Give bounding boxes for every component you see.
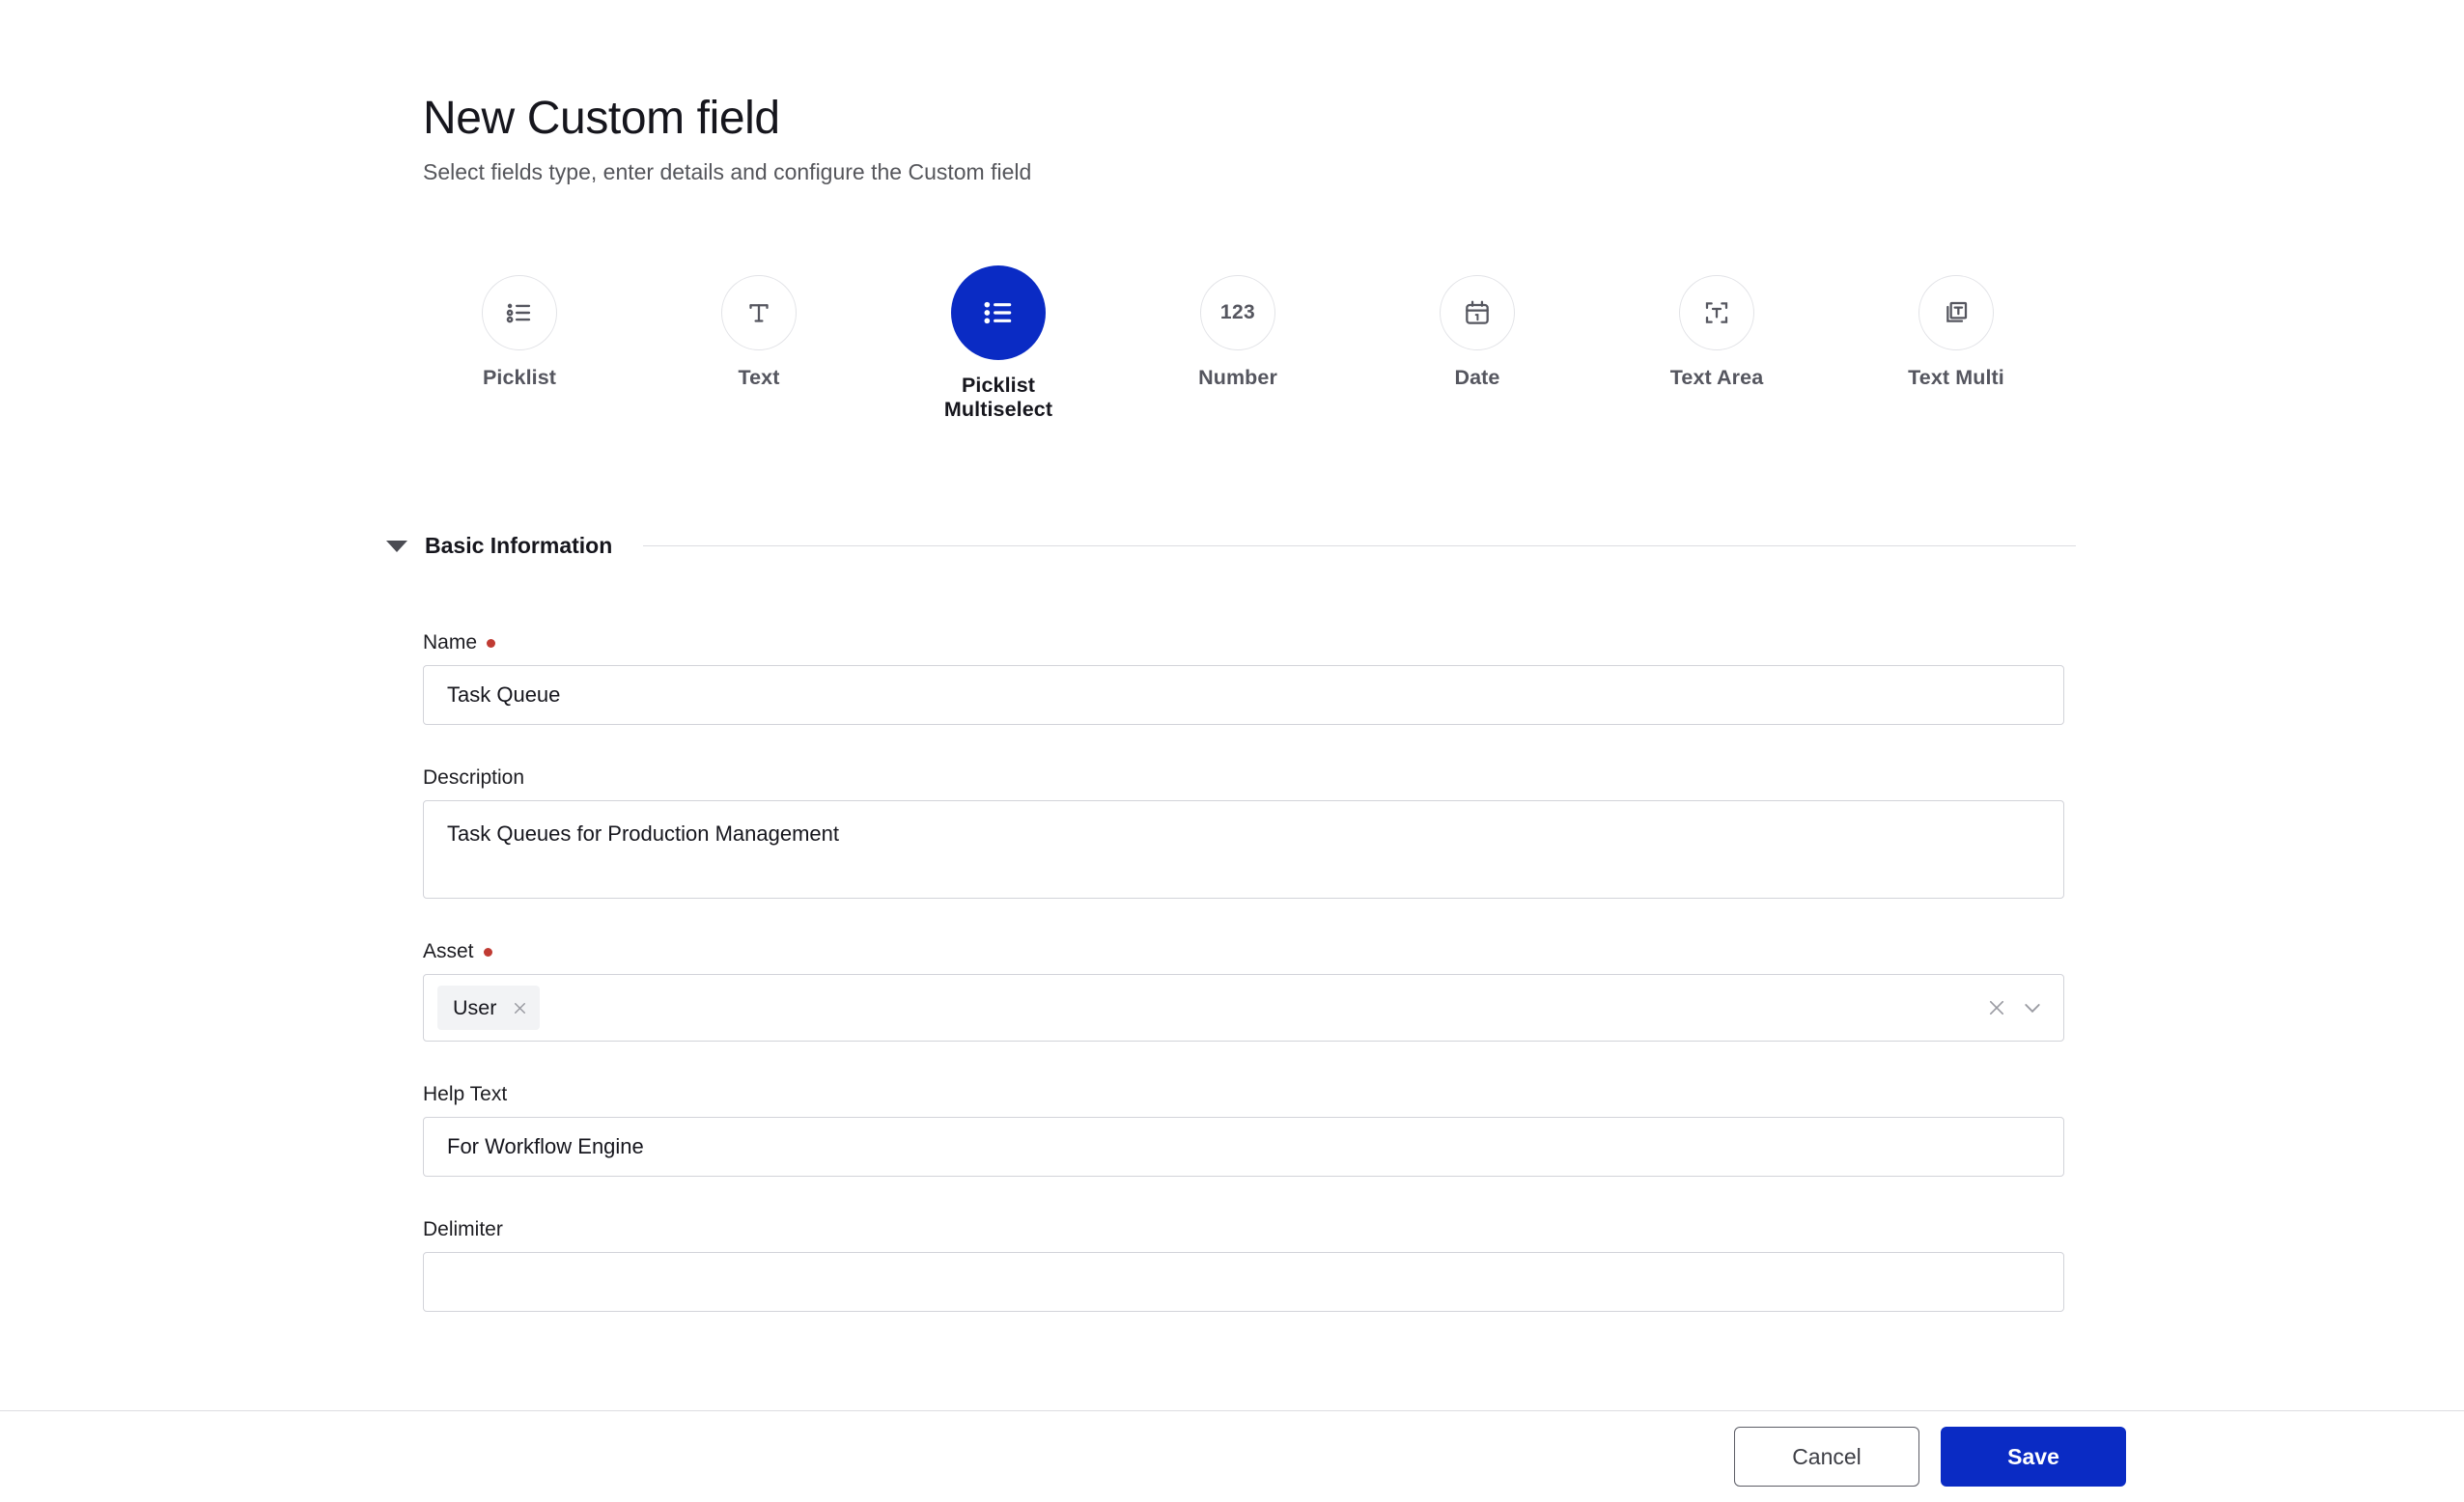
basic-information-form: Name Description Task Queues for Product… <box>423 632 2064 1354</box>
label-text: Help Text <box>423 1083 508 1105</box>
field-type-label: Date <box>1454 366 1500 389</box>
label-text: Description <box>423 766 525 789</box>
field-type-label: Number <box>1198 366 1277 389</box>
asset-select-actions <box>1986 996 2044 1019</box>
asset-chip-user[interactable]: User <box>437 986 541 1030</box>
asset-multiselect[interactable]: User <box>423 974 2064 1042</box>
required-indicator-icon <box>487 639 496 648</box>
field-type-number[interactable]: 123 Number <box>1141 275 1334 390</box>
chip-remove-icon[interactable] <box>512 1000 528 1016</box>
field-name-label: Name <box>423 632 2064 653</box>
label-text: Name <box>423 631 478 654</box>
field-name: Name <box>423 632 2064 725</box>
bulleted-list-icon <box>951 265 1046 360</box>
field-type-label: Picklist <box>482 366 557 389</box>
field-type-picklist-multiselect[interactable]: Picklist Multiselect <box>902 265 1095 422</box>
text-multi-icon <box>1918 275 1994 350</box>
cancel-button[interactable]: Cancel <box>1734 1427 1919 1487</box>
clear-selection-icon[interactable] <box>1986 997 2007 1018</box>
field-asset: Asset User <box>423 941 2064 1042</box>
required-indicator-icon <box>483 948 492 957</box>
field-help-text: Help Text <box>423 1084 2064 1177</box>
field-type-date[interactable]: Date <box>1381 275 1574 390</box>
section-basic-information[interactable]: Basic Information <box>386 533 2086 559</box>
form-footer: Cancel Save <box>0 1410 2464 1502</box>
help-text-input[interactable] <box>423 1117 2064 1177</box>
label-text: Asset <box>423 940 474 962</box>
section-title: Basic Information <box>425 533 613 558</box>
text-area-icon <box>1679 275 1754 350</box>
field-type-label: Picklist Multiselect <box>943 374 1053 422</box>
field-delimiter: Delimiter <box>423 1219 2064 1312</box>
field-description-label: Description <box>423 767 2064 788</box>
delimiter-input[interactable] <box>423 1252 2064 1312</box>
field-type-text-area[interactable]: Text Area <box>1620 275 1813 390</box>
field-type-label: Text Area <box>1669 366 1764 389</box>
field-asset-label: Asset <box>423 941 2064 961</box>
new-custom-field-page: New Custom field Select fields type, ent… <box>0 0 2464 1502</box>
number-glyph: 123 <box>1219 301 1256 323</box>
text-t-icon <box>721 275 797 350</box>
field-help-text-label: Help Text <box>423 1084 2064 1104</box>
page-title: New Custom field <box>423 93 780 144</box>
field-delimiter-label: Delimiter <box>423 1219 2064 1239</box>
calendar-icon <box>1440 275 1515 350</box>
field-description: Description Task Queues for Production M… <box>423 767 2064 899</box>
chip-label: User <box>453 995 497 1019</box>
bulleted-list-icon <box>482 275 557 350</box>
section-divider <box>643 545 2076 546</box>
number-123-icon: 123 <box>1200 275 1275 350</box>
chevron-down-icon[interactable] <box>2021 996 2044 1019</box>
page-header: New Custom field Select fields type, ent… <box>423 92 2161 187</box>
description-textarea[interactable]: Task Queues for Production Management <box>423 800 2064 899</box>
field-type-label: Text <box>738 366 780 389</box>
field-type-label: Text Multi <box>1908 366 2004 389</box>
name-input[interactable] <box>423 665 2064 725</box>
form-scroll-area[interactable]: New Custom field Select fields type, ent… <box>0 0 2464 1410</box>
chevron-down-icon[interactable] <box>386 540 407 552</box>
field-type-selector: Picklist Text Picklist Multiselect 123 N… <box>423 265 2122 449</box>
field-type-text[interactable]: Text <box>662 275 855 390</box>
save-button[interactable]: Save <box>1941 1427 2126 1487</box>
page-subtitle: Select fields type, enter details and co… <box>423 159 1032 185</box>
field-type-text-multi[interactable]: Text Multi <box>1860 275 2053 390</box>
label-text: Delimiter <box>423 1218 503 1240</box>
field-type-picklist[interactable]: Picklist <box>423 275 616 390</box>
